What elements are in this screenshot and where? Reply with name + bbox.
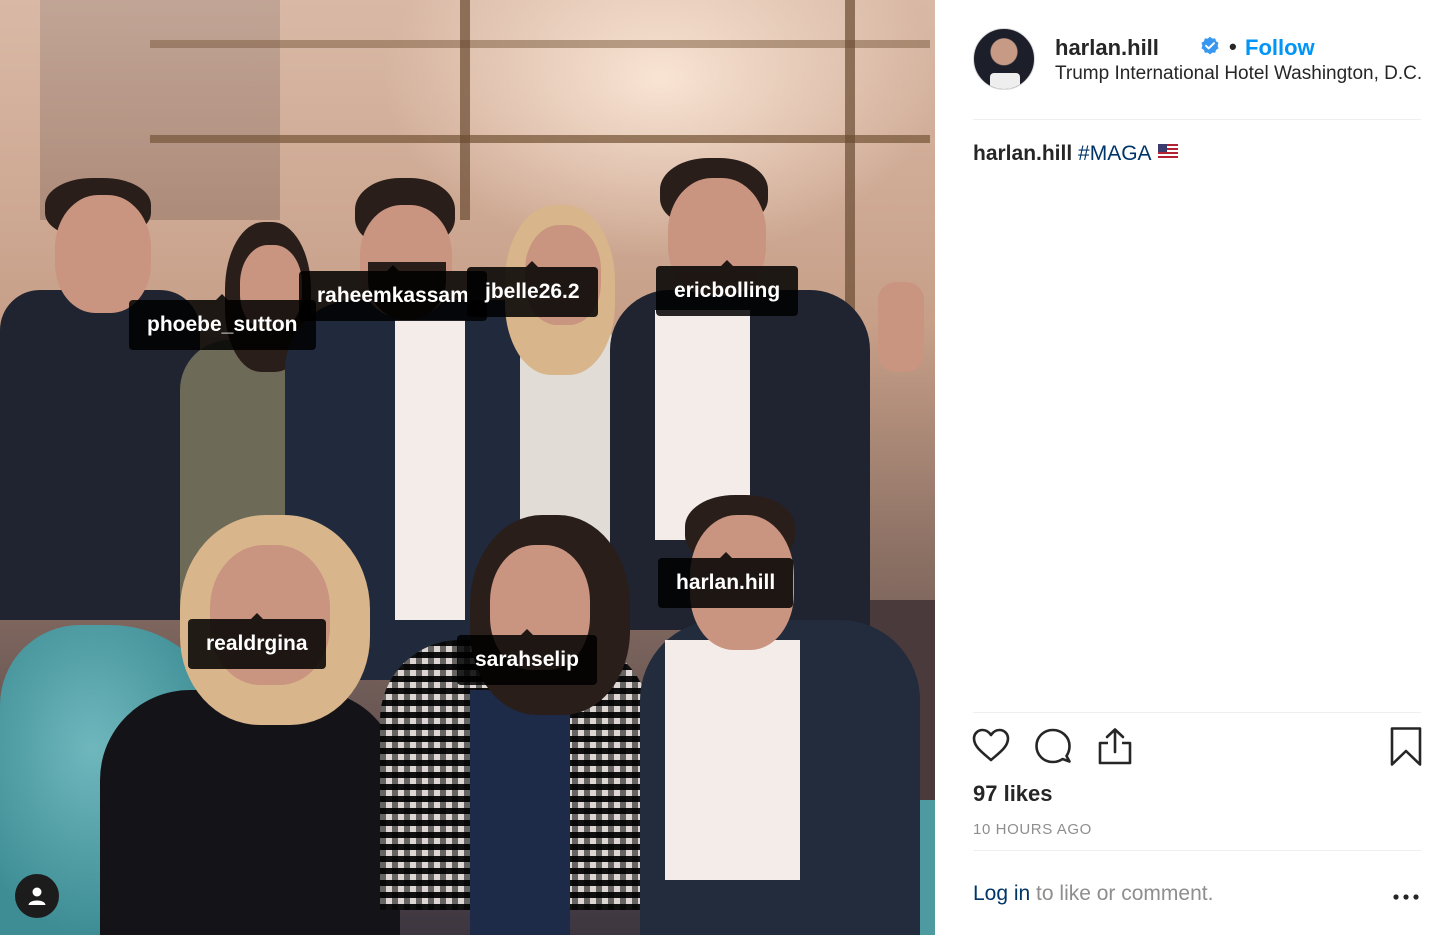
follow-button[interactable]: Follow — [1245, 35, 1315, 61]
header-separator: • — [1229, 34, 1237, 59]
tagged-users-button[interactable] — [15, 874, 59, 918]
user-icon — [28, 887, 46, 905]
header-divider — [973, 119, 1421, 120]
photo-user-tag[interactable]: jbelle26.2 — [467, 261, 598, 317]
save-button[interactable] — [1389, 726, 1423, 768]
more-options-icon — [1393, 894, 1419, 900]
header-username[interactable]: harlan.hill — [1055, 35, 1159, 61]
bookmark-icon — [1390, 727, 1422, 766]
photo-user-tag[interactable]: raheemkassam — [299, 265, 487, 321]
comment-icon — [1035, 728, 1071, 764]
login-link[interactable]: Log in — [973, 882, 1030, 905]
footer-divider — [973, 850, 1421, 851]
share-button[interactable] — [1095, 726, 1135, 768]
photo-shelf — [150, 135, 930, 143]
share-icon — [1098, 728, 1132, 765]
post-side-panel: harlan.hill • Follow Trump International… — [935, 0, 1456, 935]
photo-user-tag[interactable]: ericbolling — [656, 260, 799, 316]
comment-button[interactable] — [1033, 726, 1073, 768]
photo-user-tag[interactable]: sarahselip — [457, 629, 597, 685]
verified-badge-icon — [1201, 36, 1219, 55]
likes-count[interactable]: 97 likes — [973, 781, 1053, 807]
caption-hashtag[interactable]: #MAGA — [1078, 142, 1152, 165]
avatar[interactable] — [973, 28, 1035, 90]
login-prompt-text: to like or comment. — [1030, 882, 1214, 905]
location-link[interactable]: Trump International Hotel Washington, D.… — [1055, 63, 1435, 85]
post-photo[interactable]: phoebe_sutton raheemkassam jbelle26.2 er… — [0, 0, 935, 935]
post-caption: harlan.hill #MAGA — [973, 142, 1178, 166]
like-button[interactable] — [971, 726, 1011, 768]
more-options-button[interactable] — [1391, 882, 1421, 912]
post-actions — [971, 726, 1423, 770]
caption-username[interactable]: harlan.hill — [973, 142, 1072, 165]
photo-shelf — [150, 40, 930, 48]
post-header: harlan.hill • Follow Trump International… — [973, 28, 1422, 92]
us-flag-emoji — [1157, 144, 1178, 158]
actions-divider — [973, 712, 1421, 713]
post-timestamp[interactable]: 10 HOURS AGO — [973, 821, 1092, 838]
photo-shelf-post — [460, 0, 470, 220]
login-prompt: Log in to like or comment. — [973, 882, 1213, 906]
photo-user-tag[interactable]: phoebe_sutton — [129, 294, 316, 350]
photo-user-tag[interactable]: realdrgina — [188, 613, 326, 669]
heart-icon — [972, 728, 1010, 762]
photo-user-tag[interactable]: harlan.hill — [658, 552, 794, 608]
